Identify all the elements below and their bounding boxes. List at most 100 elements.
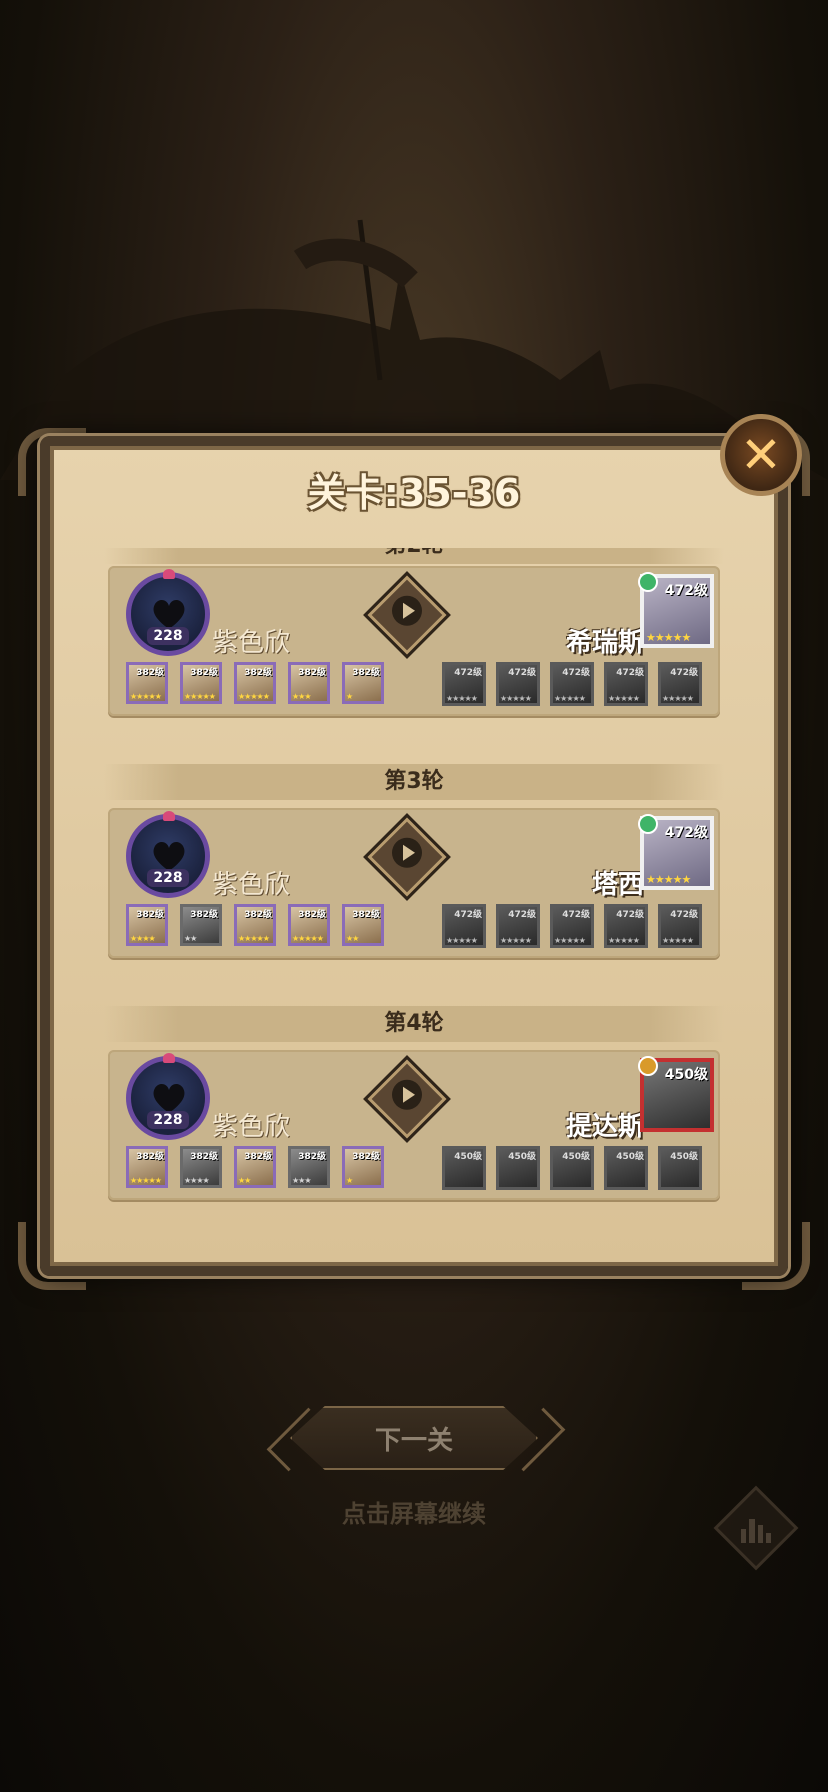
- enemy-slot[interactable]: 472级 ★★★★★: [604, 904, 648, 948]
- heart-badge-icon: [163, 811, 175, 821]
- player-avatar: 228: [126, 1053, 210, 1140]
- play-icon: [392, 837, 422, 868]
- enemy-slot[interactable]: 472级 ★★★★★: [550, 662, 594, 706]
- enemy-slot-level: 472级: [454, 668, 482, 678]
- enemy-portrait[interactable]: 472级 ★★★★★: [638, 572, 714, 648]
- hero-slot[interactable]: 382级 ★★: [342, 904, 384, 946]
- enemy-name: 提达斯: [565, 1112, 644, 1142]
- heart-hands-icon: [153, 600, 185, 629]
- enemy-slot[interactable]: 472级 ★★★★★: [550, 904, 594, 948]
- next-stage-button[interactable]: 下一关: [290, 1406, 538, 1470]
- enemy-slot-stars: ★★★★★: [500, 936, 532, 945]
- enemy-slot[interactable]: 472级 ★★★★★: [442, 662, 486, 706]
- player-avatar: 228: [126, 811, 210, 898]
- round-header: 第3轮: [104, 764, 724, 800]
- hero-level: 382级: [352, 1152, 380, 1162]
- enemy-slot[interactable]: 472级 ★★★★★: [496, 662, 540, 706]
- hero-slot[interactable]: 382级 ★★★★★: [288, 904, 330, 946]
- close-button[interactable]: ✕: [720, 414, 802, 496]
- enemy-slot-level: 450级: [562, 1152, 590, 1162]
- enemy-slot[interactable]: 472级 ★★★★★: [442, 904, 486, 948]
- heart-badge-icon: [163, 1053, 175, 1063]
- hero-level: 382级: [190, 668, 218, 678]
- hero-stars: ★★: [238, 1176, 251, 1185]
- enemy-slot-level: 450级: [508, 1152, 536, 1162]
- hero-level: 382级: [244, 910, 272, 920]
- enemy-stars: ★★★★★: [646, 873, 691, 886]
- player-level: 228: [147, 627, 189, 645]
- enemy-slot[interactable]: 450级: [442, 1146, 486, 1190]
- enemy-slot-level: 450级: [616, 1152, 644, 1162]
- enemy-slot-level: 472级: [454, 910, 482, 920]
- hero-slot[interactable]: 382级 ★★★: [288, 1146, 330, 1188]
- heart-hands-icon: [153, 1084, 185, 1113]
- hero-slot[interactable]: 382级 ★★★★: [126, 904, 168, 946]
- enemy-slot-level: 472级: [616, 910, 644, 920]
- hero-level: 382级: [136, 668, 164, 678]
- enemy-slot[interactable]: 472级 ★★★★★: [604, 662, 648, 706]
- hero-slot[interactable]: 382级 ★★★★★: [180, 662, 222, 704]
- hero-slot[interactable]: 382级 ★★★★: [180, 1146, 222, 1188]
- enemy-slot-level: 472级: [670, 910, 698, 920]
- hero-slot[interactable]: 382级 ★: [342, 1146, 384, 1188]
- close-icon: ✕: [740, 426, 782, 484]
- hero-stars: ★★★★★: [130, 1176, 162, 1185]
- enemy-portrait[interactable]: 472级 ★★★★★: [638, 814, 714, 890]
- enemy-slot-level: 450级: [454, 1152, 482, 1162]
- enemy-slot-stars: ★★★★★: [500, 694, 532, 703]
- rounds-list[interactable]: 第2轮 228 紫色欣 希瑞斯 472级 ★★★★★ 382级★★★★★382级…: [104, 548, 724, 1248]
- enemy-slot-level: 472级: [562, 668, 590, 678]
- hero-stars: ★★★★★: [238, 692, 270, 701]
- hero-stars: ★★★: [292, 692, 311, 701]
- enemy-slot-level: 472级: [670, 668, 698, 678]
- hero-stars: ★: [346, 1176, 353, 1185]
- hero-level: 382级: [136, 910, 164, 920]
- enemy-level: 472级: [664, 583, 708, 599]
- enemy-slot[interactable]: 450级: [496, 1146, 540, 1190]
- enemy-slot[interactable]: 472级 ★★★★★: [658, 904, 702, 948]
- enemy-slot-level: 450级: [670, 1152, 698, 1162]
- enemy-slot[interactable]: 472级 ★★★★★: [496, 904, 540, 948]
- enemy-slot[interactable]: 450级: [604, 1146, 648, 1190]
- bar-chart-icon: [741, 1513, 771, 1543]
- enemy-slot[interactable]: 450级: [550, 1146, 594, 1190]
- hero-slot[interactable]: 382级 ★★: [234, 1146, 276, 1188]
- heart-badge-icon: [163, 569, 175, 579]
- hero-slot[interactable]: 382级 ★★★★★: [234, 904, 276, 946]
- hero-slot[interactable]: 382级 ★★★★★: [126, 662, 168, 704]
- hero-stars: ★★★★★: [130, 692, 162, 701]
- replay-button[interactable]: [363, 813, 451, 901]
- enemy-level: 472级: [664, 825, 708, 841]
- enemy-stars: ★★★★★: [646, 631, 691, 644]
- player-level: 228: [147, 1111, 189, 1129]
- enemy-slot-stars: ★★★★★: [554, 694, 586, 703]
- hero-stars: ★★: [346, 934, 359, 943]
- enemy-slot[interactable]: 450级: [658, 1146, 702, 1190]
- hero-slot[interactable]: 382级 ★★★★★: [126, 1146, 168, 1188]
- hero-slot[interactable]: 382级 ★★★: [288, 662, 330, 704]
- enemy-slot-stars: ★★★★★: [662, 694, 694, 703]
- hero-level: 382级: [244, 668, 272, 678]
- replay-button[interactable]: [363, 1055, 451, 1143]
- enemy-slot[interactable]: 472级 ★★★★★: [658, 662, 702, 706]
- hero-slot[interactable]: 382级 ★★: [180, 904, 222, 946]
- faction-icon: [638, 572, 658, 592]
- hero-level: 382级: [190, 910, 218, 920]
- hero-slot[interactable]: 382级 ★★★★★: [234, 662, 276, 704]
- hero-level: 382级: [190, 1152, 218, 1162]
- background-silhouette: [0, 219, 828, 480]
- enemy-slot-level: 472级: [616, 668, 644, 678]
- tap-to-continue-hint: 点击屏幕继续: [342, 1500, 486, 1528]
- hero-level: 382级: [352, 910, 380, 920]
- hero-level: 382级: [244, 1152, 272, 1162]
- replay-button[interactable]: [363, 571, 451, 659]
- enemy-portrait[interactable]: 450级: [638, 1056, 714, 1132]
- hero-slot[interactable]: 382级 ★: [342, 662, 384, 704]
- round-header: 第4轮: [104, 1006, 724, 1042]
- hero-stars: ★★★★: [130, 934, 156, 943]
- hero-stars: ★★★: [292, 1176, 311, 1185]
- play-icon: [392, 1079, 422, 1110]
- play-icon: [392, 595, 422, 626]
- enemy-level: 450级: [664, 1067, 708, 1083]
- faction-icon: [638, 814, 658, 834]
